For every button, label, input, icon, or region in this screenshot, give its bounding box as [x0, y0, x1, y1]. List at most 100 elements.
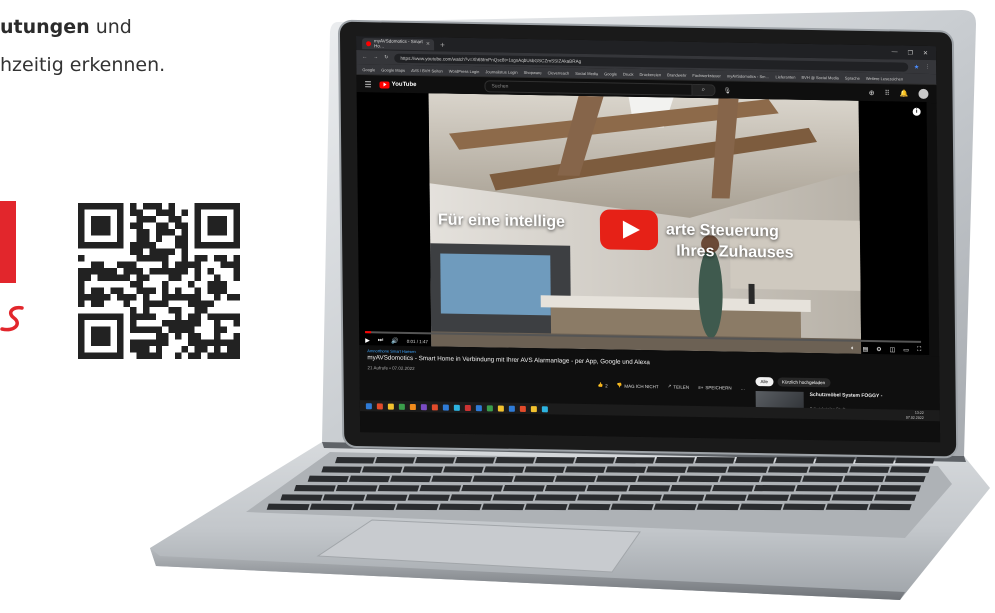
- thumbs-up-icon: 👍: [597, 382, 604, 388]
- video-title: myAVSdomotics - Smart Home in Verbindung…: [367, 354, 650, 367]
- reload-icon[interactable]: ↻: [384, 54, 388, 60]
- taskbar-app-icon[interactable]: [442, 404, 449, 411]
- bookmark-item[interactable]: Google: [604, 71, 617, 76]
- youtube-logo-text: YouTube: [391, 81, 417, 89]
- like-button[interactable]: 👍 2: [598, 382, 608, 388]
- overlay-line-2: Ihres Zuhauses: [676, 242, 794, 262]
- bookmark-item[interactable]: Shopware: [524, 69, 542, 74]
- header-actions: ⊕ ⠿ 🔔: [869, 88, 929, 99]
- more-button[interactable]: …: [741, 385, 746, 390]
- overlay-line-1a: Für eine intellige: [437, 211, 566, 231]
- apps-icon[interactable]: ⠿: [885, 89, 890, 97]
- taskbar-app-icon[interactable]: [453, 404, 460, 411]
- save-button[interactable]: ≡+ SPEICHERN: [698, 384, 732, 390]
- miniplayer-icon[interactable]: ◫: [890, 346, 896, 353]
- bookmark-item[interactable]: BVH @ Social Media: [801, 74, 838, 80]
- dislike-label: MAG ICH NICHT: [624, 383, 659, 389]
- settings-gear-icon[interactable]: ⚙: [876, 346, 881, 353]
- taskbar-clock: 13:22 07.02.2022: [906, 411, 924, 420]
- like-count: 2: [605, 382, 608, 388]
- video-player[interactable]: Für eine intellige arte Steuerung Ihres …: [356, 92, 930, 356]
- bookmark-item[interactable]: Lieferanten: [775, 74, 795, 79]
- chip-all[interactable]: Alle: [755, 376, 774, 387]
- tab-close-icon[interactable]: ✕: [426, 41, 430, 47]
- search-placeholder: Suchen: [491, 83, 509, 90]
- back-icon[interactable]: ←: [362, 54, 367, 60]
- url-text: https://www.youtube.com/watch?v=Xh65fmPn…: [400, 55, 582, 64]
- play-button[interactable]: [599, 209, 659, 251]
- maximize-icon[interactable]: ❐: [908, 49, 913, 56]
- time-display: 0:01 / 1:47: [406, 338, 429, 344]
- next-icon[interactable]: ⏭: [378, 337, 383, 344]
- subtitles-icon[interactable]: ▤: [863, 345, 869, 352]
- recommendation-title[interactable]: Schutzmöbel System FOGGY -: [810, 392, 920, 400]
- bookmark-item[interactable]: Social Media: [575, 70, 598, 75]
- bookmark-item[interactable]: Druck: [623, 71, 634, 76]
- search-input[interactable]: Suchen: [484, 80, 693, 96]
- info-icon[interactable]: i: [912, 107, 921, 116]
- bookmark-item[interactable]: Sprache: [845, 75, 860, 80]
- bookmark-item[interactable]: Druckereien: [639, 71, 661, 76]
- youtube-favicon-icon: [366, 40, 372, 46]
- bookmark-item[interactable]: Weitere Lesezeichen: [866, 75, 903, 81]
- bookmark-item[interactable]: AVS / BVH Seiten: [411, 67, 443, 73]
- close-window-icon[interactable]: ✕: [923, 49, 928, 56]
- share-button[interactable]: ↗ TEILEN: [668, 383, 690, 389]
- taskbar-app-icon[interactable]: [420, 403, 427, 410]
- taskbar-app-icon[interactable]: [398, 403, 405, 410]
- youtube-play-icon: [379, 80, 390, 89]
- taskbar-app-icon[interactable]: [431, 403, 438, 410]
- taskbar-app-icon[interactable]: [497, 404, 504, 412]
- search-icon[interactable]: ⌕: [692, 83, 716, 97]
- dislike-button[interactable]: 👎 MAG ICH NICHT: [617, 383, 659, 390]
- menu-icon[interactable]: ☰: [364, 80, 371, 89]
- taskbar-app-icon[interactable]: [486, 404, 493, 411]
- fullscreen-icon[interactable]: ⛶: [917, 346, 921, 353]
- bookmark-star-icon[interactable]: ★: [914, 63, 919, 70]
- avatar[interactable]: [918, 88, 929, 99]
- microphone-icon[interactable]: 🎙: [723, 87, 731, 94]
- bookmark-item[interactable]: myAVSdomotics - Sm…: [727, 73, 770, 79]
- chip-recent[interactable]: Kürzlich hochgeladen: [776, 377, 831, 388]
- taskbar-app-icon[interactable]: [387, 403, 394, 410]
- youtube-logo[interactable]: YouTube: [379, 80, 417, 89]
- taskbar-app-icon[interactable]: [508, 405, 515, 412]
- volume-icon[interactable]: 🔊: [391, 337, 399, 344]
- extensions-icon[interactable]: ⋮: [925, 64, 930, 70]
- taskbar-app-icon[interactable]: [376, 402, 383, 409]
- share-icon: ↗: [667, 383, 672, 389]
- bookmark-item[interactable]: Fachwerksteuer: [692, 72, 721, 77]
- laptop-screen: myAVSdomotics - Smart Ho… ✕ + — ❐ ✕ ← → …: [339, 21, 957, 457]
- thumbs-down-icon: 👎: [616, 382, 623, 388]
- taskbar-app-icon[interactable]: [365, 402, 372, 409]
- bookmark-item[interactable]: WordPress Login: [449, 68, 480, 74]
- bookmark-item[interactable]: Brandwehr: [667, 72, 686, 77]
- window-controls: — ❐ ✕: [892, 49, 936, 57]
- taskbar-app-icon[interactable]: [475, 404, 482, 411]
- share-label: TEILEN: [673, 384, 690, 390]
- play-icon[interactable]: ▶: [365, 337, 370, 344]
- progress-fill: [365, 331, 371, 334]
- video-details: Amnorthone Smart Haesen myAVSdomotics - …: [359, 346, 941, 443]
- taskbar-app-icon[interactable]: [530, 405, 537, 412]
- new-tab-icon[interactable]: +: [440, 40, 445, 49]
- save-icon: ≡+: [698, 384, 704, 390]
- bookmark-item[interactable]: Google: [362, 67, 375, 72]
- create-icon[interactable]: ⊕: [869, 89, 875, 97]
- minimize-icon[interactable]: —: [892, 49, 898, 56]
- windows-taskbar: 13:22 07.02.2022: [359, 400, 941, 422]
- taskbar-app-icon[interactable]: [519, 405, 526, 412]
- bookmark-item[interactable]: Journalistus Login: [485, 69, 517, 75]
- bell-icon[interactable]: 🔔: [900, 89, 909, 97]
- autoplay-toggle[interactable]: ◐: [851, 346, 855, 352]
- channel-name[interactable]: Amnorthone Smart Haesen: [367, 348, 416, 354]
- bookmark-item[interactable]: Cleverreach: [548, 70, 570, 75]
- forward-icon[interactable]: →: [373, 54, 378, 60]
- theater-icon[interactable]: ▭: [903, 346, 909, 353]
- tab-youtube[interactable]: myAVSdomotics - Smart Ho… ✕: [362, 37, 435, 50]
- taskbar-app-icon[interactable]: [409, 403, 416, 410]
- taskbar-app-icon[interactable]: [464, 404, 471, 411]
- video-actions: 👍 2 👎 MAG ICH NICHT ↗ TEILEN ≡+ SPEICHERN …: [598, 382, 746, 391]
- taskbar-app-icon[interactable]: [541, 405, 548, 412]
- bookmark-item[interactable]: Google Maps: [381, 67, 405, 72]
